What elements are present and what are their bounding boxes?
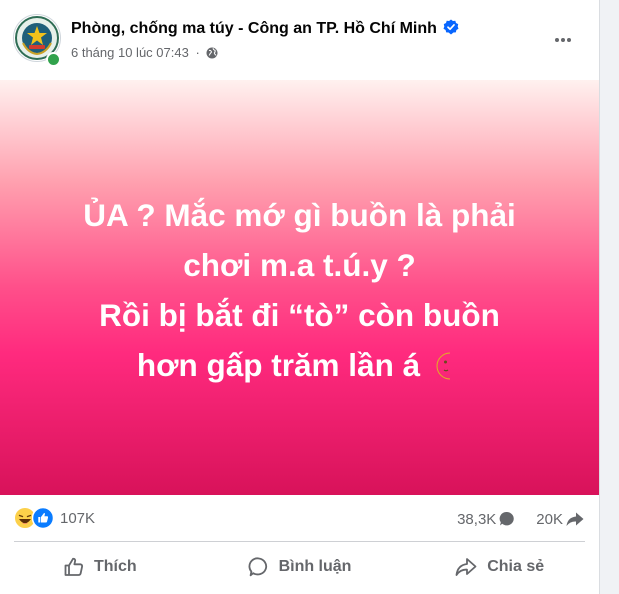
post-header: Phòng, chống ma túy - Công an TP. Hồ Chí… — [0, 0, 599, 80]
share-arrow-icon — [566, 512, 584, 526]
like-label: Thích — [94, 558, 137, 575]
like-button[interactable]: Thích — [0, 542, 200, 592]
more-options-icon[interactable] — [551, 28, 575, 52]
share-icon — [455, 558, 477, 576]
banner-line: chơi m.a t.ú.y ? — [183, 247, 416, 283]
comment-button[interactable]: Bình luận — [200, 542, 400, 592]
comment-bubble-icon — [499, 511, 515, 526]
post-meta: 6 tháng 10 lúc 07:43 · — [71, 45, 218, 60]
comment-count-text: 38,3K — [457, 510, 497, 528]
comment-count[interactable]: 38,3K — [457, 510, 516, 528]
engagement-counts: 38,3K 20K — [437, 510, 585, 528]
post-banner[interactable]: ỦA ? Mắc mớ gì buồn là phải chơi m.a t.ú… — [0, 80, 599, 495]
banner-line: Rồi bị bắt đi “tò” còn buồn — [99, 297, 500, 333]
post-actions: Thích Bình luận Chia sẻ — [0, 542, 599, 592]
page-name[interactable]: Phòng, chống ma túy - Công an TP. Hồ Chí… — [71, 20, 437, 37]
like-reaction-icon — [32, 507, 54, 529]
banner-line: ỦA ? Mắc mớ gì buồn là phải — [83, 197, 516, 233]
post-stats: 107K 38,3K 20K — [0, 495, 599, 543]
moon-face-icon — [436, 352, 451, 380]
reactions-summary[interactable]: 107K — [14, 507, 95, 529]
meta-separator: · — [195, 45, 200, 60]
share-button[interactable]: Chia sẻ — [399, 542, 599, 592]
share-count-text: 20K — [536, 510, 563, 528]
comment-label: Bình luận — [278, 558, 352, 575]
verified-badge-icon — [443, 19, 459, 35]
banner-text: ỦA ? Mắc mớ gì buồn là phải chơi m.a t.ú… — [83, 190, 516, 390]
online-status-dot — [46, 52, 61, 67]
banner-line: hơn gấp trăm lần á — [136, 347, 421, 383]
share-label: Chia sẻ — [487, 558, 545, 575]
share-count[interactable]: 20K — [536, 510, 585, 528]
comment-icon — [248, 557, 267, 577]
reaction-count: 107K — [60, 509, 96, 527]
banner-line-last: hơn gấp trăm lần á — [83, 340, 516, 390]
post-card: Phòng, chống ma túy - Công an TP. Hồ Chí… — [0, 0, 600, 594]
post-timestamp[interactable]: 6 tháng 10 lúc 07:43 — [71, 45, 189, 60]
page-name-row: Phòng, chống ma túy - Công an TP. Hồ Chí… — [71, 19, 459, 38]
globe-icon — [206, 47, 218, 59]
thumbs-up-icon — [64, 557, 83, 576]
